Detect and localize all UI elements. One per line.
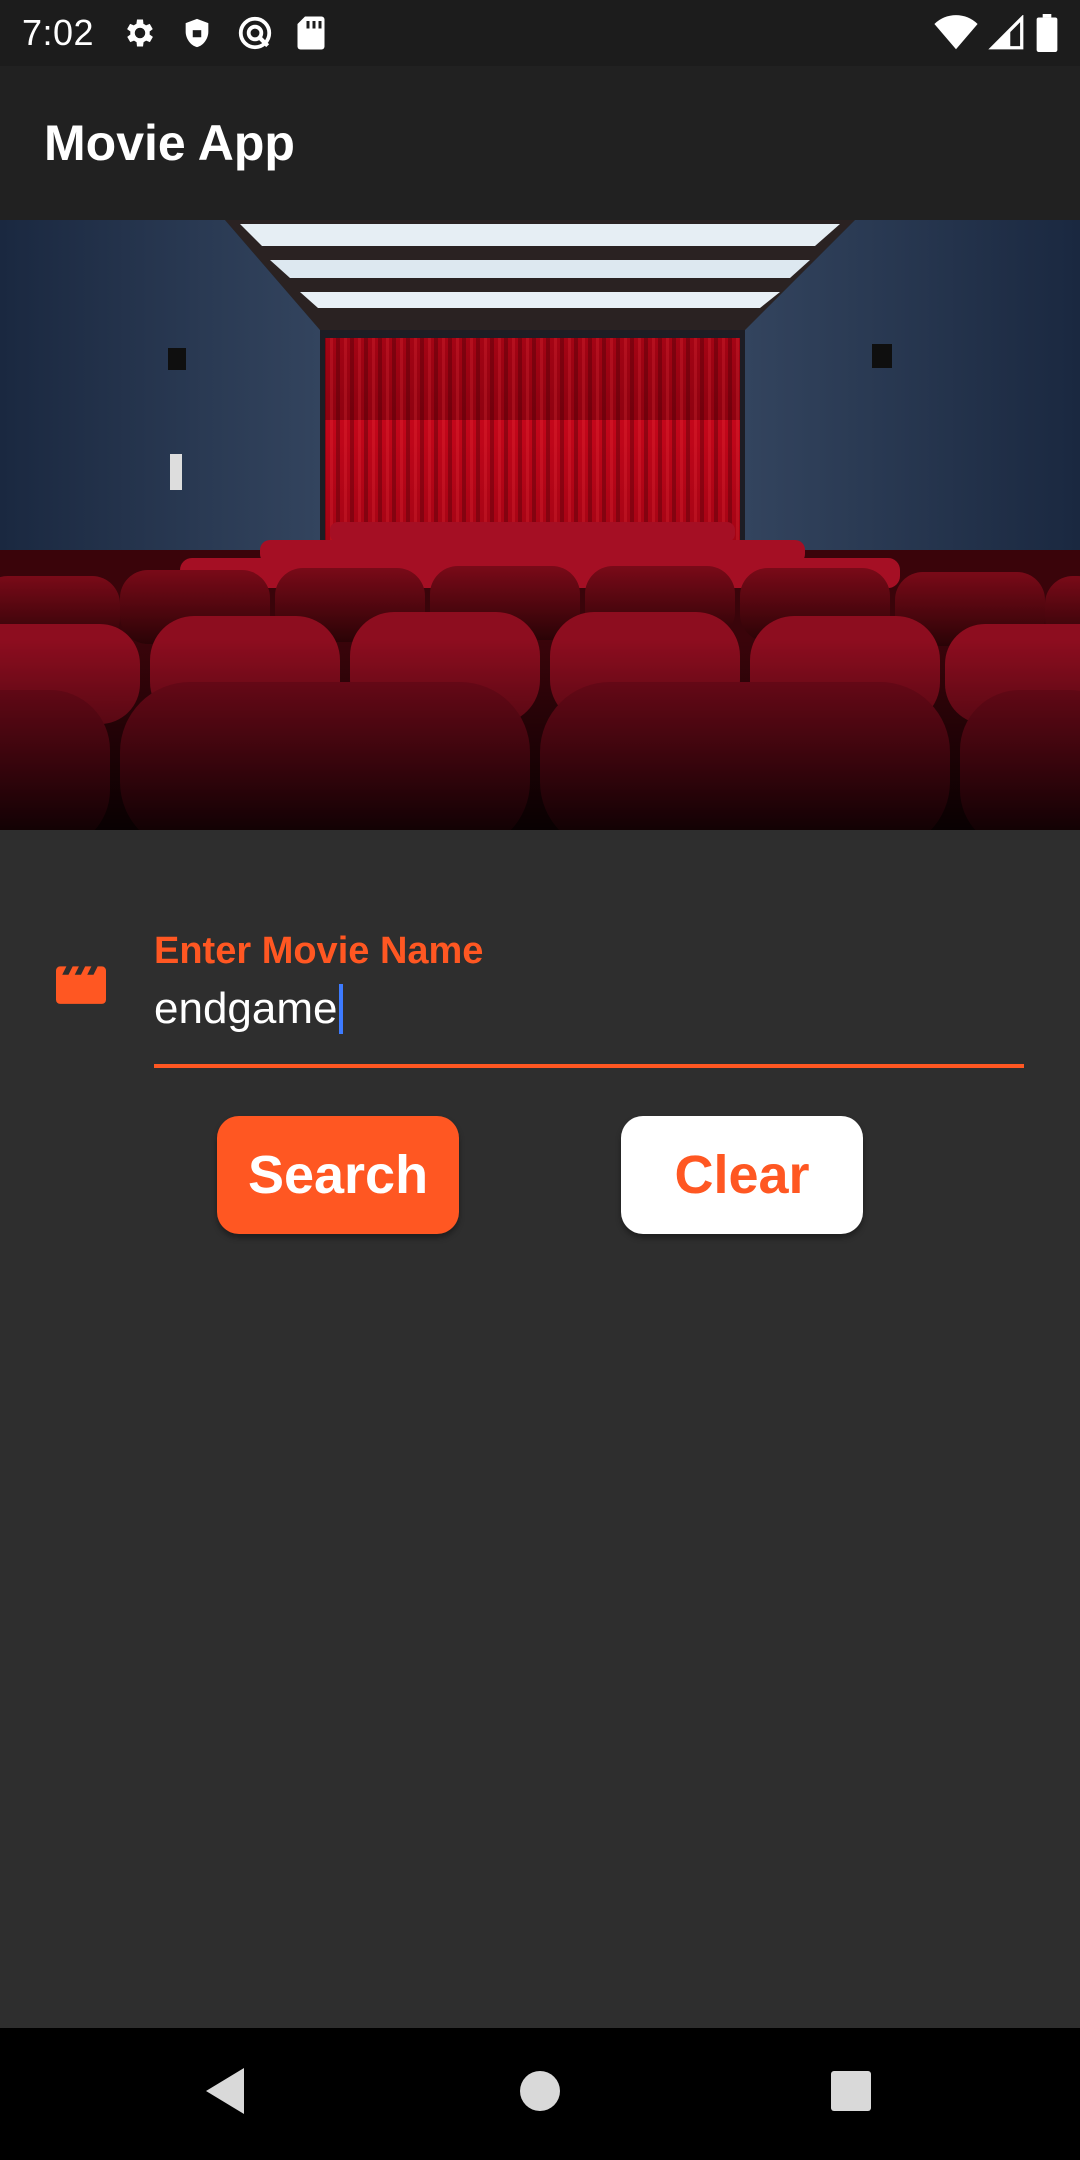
text-caret: [339, 984, 344, 1034]
clear-button[interactable]: Clear: [621, 1116, 863, 1234]
movie-clapper-icon: [56, 966, 106, 1004]
screen: 7:02 Movie App Enter Movie Name endgame …: [0, 0, 1080, 2160]
wifi-icon: [934, 15, 978, 50]
vpn-key-icon: [238, 16, 272, 50]
movie-name-value: endgame: [154, 984, 338, 1033]
gear-icon: [127, 19, 153, 47]
status-left-icons: [122, 14, 326, 52]
status-bar: 7:02: [0, 0, 1080, 66]
home-icon[interactable]: [518, 2066, 562, 2116]
battery-icon: [1036, 14, 1058, 52]
cell-signal-icon: [988, 15, 1024, 50]
recents-icon[interactable]: [829, 2066, 873, 2116]
back-icon[interactable]: [204, 2066, 248, 2116]
sd-card-icon: [297, 16, 325, 50]
field-underline: [154, 1064, 1024, 1068]
status-right-icons: [934, 14, 1058, 52]
movie-name-field[interactable]: Enter Movie Name endgame: [154, 930, 1024, 1070]
nav-bar: [0, 2028, 1080, 2160]
status-time: 7:02: [22, 12, 95, 53]
movie-name-label: Enter Movie Name: [154, 930, 484, 972]
app-bar: Movie App: [0, 66, 1080, 220]
movie-name-input[interactable]: endgame: [154, 984, 344, 1034]
cinema-theater-image: [0, 220, 1080, 830]
shield-icon: [185, 18, 209, 48]
search-button[interactable]: Search: [217, 1116, 459, 1234]
app-title: Movie App: [44, 115, 295, 171]
